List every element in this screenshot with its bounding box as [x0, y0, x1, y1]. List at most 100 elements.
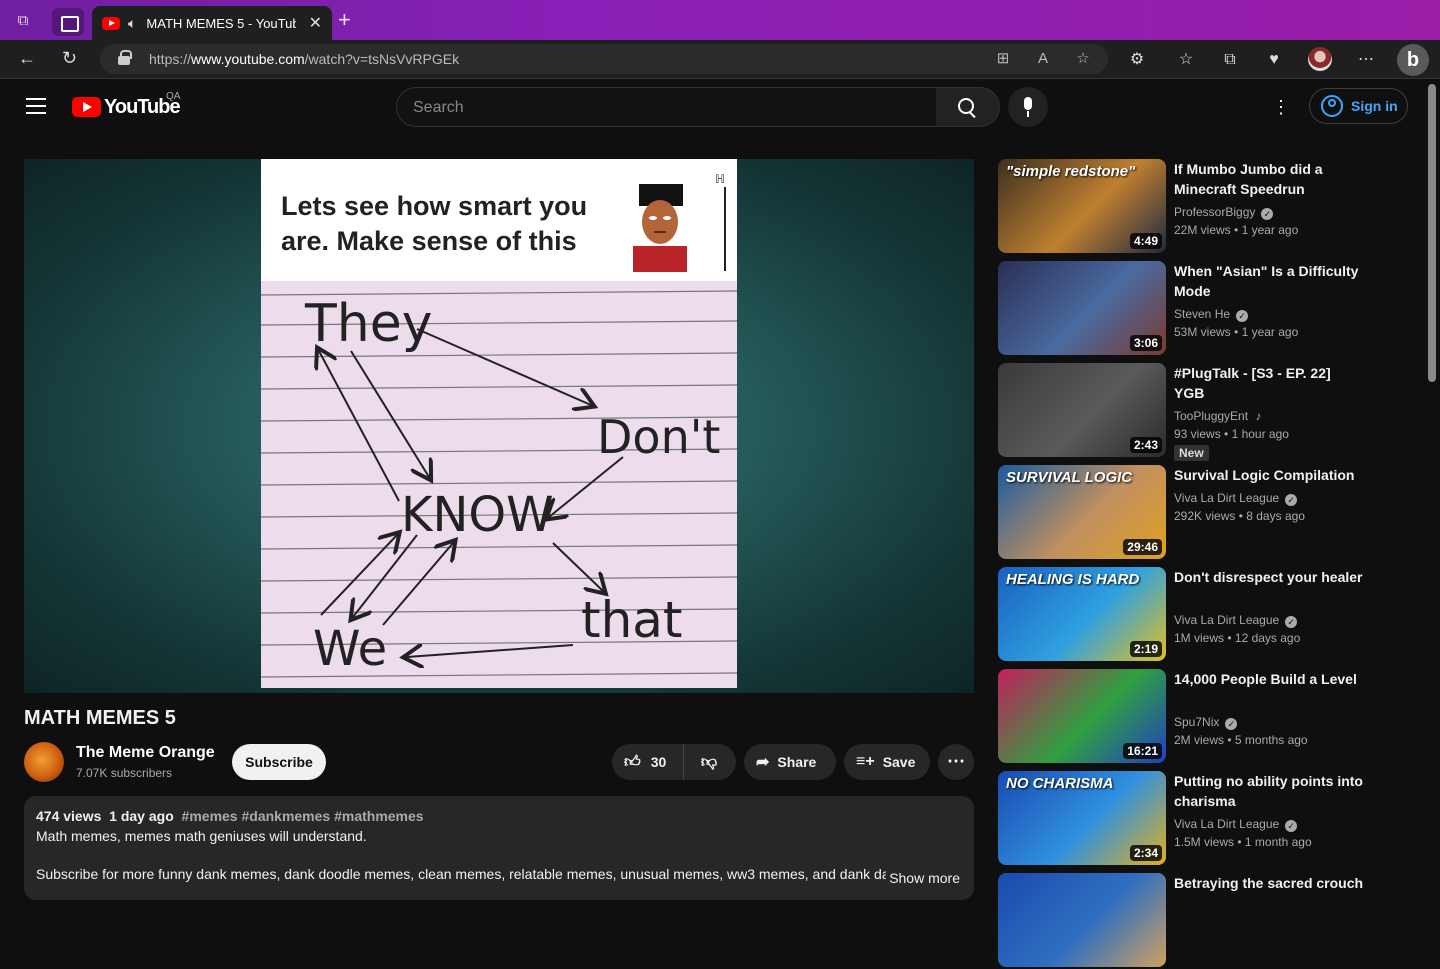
share-button[interactable]: ➦ Share	[744, 744, 836, 780]
new-tab-icon[interactable]: +	[338, 8, 351, 32]
hashtags[interactable]: #memes #dankmemes #mathmemes	[182, 808, 424, 824]
video-duration: 16:21	[1123, 743, 1162, 759]
subscribe-button[interactable]: Subscribe	[232, 744, 326, 780]
settings-kebab-icon[interactable]: ⋮	[1272, 97, 1290, 117]
recommended-video[interactable]: SURVIVAL LOGIC 29:46 Survival Logic Compil…	[998, 465, 1418, 561]
upload-date: 1 day ago	[109, 808, 174, 824]
refresh-icon[interactable]: ↻	[62, 48, 77, 69]
menu-icon[interactable]	[26, 98, 46, 114]
recommended-meta: 1.5M views • 1 month ago	[1174, 835, 1312, 849]
recommended-age: 1 month ago	[1244, 835, 1312, 849]
recommended-video[interactable]: 2:43 #PlugTalk - [S3 - EP. 22] YGB TooPlug…	[998, 363, 1418, 461]
video-duration: 3:06	[1129, 335, 1162, 351]
profile-avatar[interactable]	[1308, 47, 1332, 71]
settings-more-icon[interactable]: ⋯	[1356, 50, 1376, 70]
video-thumbnail[interactable]: 2:43	[998, 363, 1166, 457]
save-label: Save	[882, 754, 916, 770]
video-title-link[interactable]: 14,000 People Build a Level	[1174, 669, 1364, 689]
sign-in-button[interactable]: Sign in	[1309, 88, 1408, 124]
workspaces-icon[interactable]: ⧉	[14, 12, 32, 30]
video-duration: 2:19	[1129, 641, 1162, 657]
recommended-channel[interactable]: ProfessorBiggy ✓	[1174, 205, 1274, 220]
speaker-icon[interactable]: 🔈︎	[128, 15, 136, 32]
more-actions-icon[interactable]: ⋯	[938, 744, 974, 780]
recommended-views: 1M views	[1174, 631, 1225, 645]
verified-check-icon: ✓	[1225, 718, 1238, 730]
channel-name[interactable]: The Meme Orange	[76, 744, 215, 762]
recommended-channel[interactable]: Viva La Dirt League ✓	[1174, 817, 1298, 832]
recommended-channel[interactable]: TooPluggyEnt ♪	[1174, 409, 1261, 423]
meme-caption: Lets see how smart you are. Make sense o…	[281, 191, 588, 256]
channel-avatar[interactable]	[24, 742, 64, 782]
video-duration: 2:34	[1129, 845, 1162, 861]
video-title-link[interactable]: Don't disrespect your healer	[1174, 567, 1364, 587]
show-more-button[interactable]: Show more	[889, 870, 960, 886]
separator-dot: •	[1230, 325, 1242, 339]
browser-tab-strip: ⧉ 🔈︎ MATH MEMES 5 - YouTube ✕ +	[0, 0, 1440, 40]
extensions-icon[interactable]: ⚙	[1127, 50, 1147, 70]
video-player[interactable]: Lets see how smart you are. Make sense o…	[24, 159, 974, 693]
thumbnail-text: HEALING IS HARD	[1006, 571, 1140, 588]
browser-tab-active[interactable]: 🔈︎ MATH MEMES 5 - YouTube ✕	[92, 6, 332, 40]
channel-label: Viva La Dirt League	[1174, 817, 1280, 831]
video-duration: 29:46	[1123, 539, 1162, 555]
recommended-video[interactable]: 3:06 When "Asian" Is a Difficulty Mode Ste…	[998, 261, 1418, 357]
recommended-channel[interactable]: Viva La Dirt League ✓	[1174, 491, 1298, 506]
youtube-logo[interactable]: YouTube QA	[72, 91, 181, 118]
favorite-star-icon[interactable]: ☆	[1074, 50, 1092, 68]
recommended-channel[interactable]: Spu7Nix ✓	[1174, 715, 1238, 730]
verified-check-icon: ✓	[1236, 310, 1249, 322]
performance-icon[interactable]: ♥	[1264, 50, 1284, 70]
video-thumbnail[interactable]: "simple redstone" 4:49	[998, 159, 1166, 253]
app-available-icon[interactable]: ⊞	[994, 50, 1012, 68]
video-title-link[interactable]: When "Asian" Is a Difficulty Mode	[1174, 261, 1364, 301]
video-thumbnail[interactable]	[998, 873, 1166, 967]
dislike-button[interactable]: 👎︎	[684, 753, 734, 772]
video-thumbnail[interactable]: 3:06	[998, 261, 1166, 355]
verified-check-icon: ✓	[1261, 208, 1274, 220]
search-button[interactable]	[936, 87, 1000, 127]
video-thumbnail[interactable]: SURVIVAL LOGIC 29:46	[998, 465, 1166, 559]
thumbnail-text: NO CHARISMA	[1006, 775, 1114, 792]
back-icon[interactable]: ←	[18, 48, 36, 69]
video-title-link[interactable]: #PlugTalk - [S3 - EP. 22] YGB	[1174, 363, 1364, 403]
description-box[interactable]: 474 views 1 day ago #memes #dankmemes #m…	[24, 796, 974, 900]
recommended-channel[interactable]: Viva La Dirt League ✓	[1174, 613, 1298, 628]
verified-check-icon: ✓	[1285, 494, 1298, 506]
video-thumbnail[interactable]: 16:21	[998, 669, 1166, 763]
recommended-age: 8 days ago	[1246, 509, 1305, 523]
tab-actions-icon[interactable]	[52, 8, 84, 36]
thumbnail-text: SURVIVAL LOGIC	[1006, 469, 1133, 486]
video-title-link[interactable]: Putting no ability points into charisma	[1174, 771, 1364, 811]
video-thumbnail[interactable]: NO CHARISMA 2:34	[998, 771, 1166, 865]
browser-toolbar: ← ↻ https://www.youtube.com/watch?v=tsNs…	[0, 40, 1440, 79]
close-tab-icon[interactable]: ✕	[309, 13, 322, 33]
recommended-video[interactable]: NO CHARISMA 2:34 Putting no ability points…	[998, 771, 1418, 867]
address-bar[interactable]: https://www.youtube.com/watch?v=tsNsVvRP…	[100, 44, 1108, 74]
recommended-video[interactable]: 16:21 14,000 People Build a Level Spu7Nix ✓…	[998, 669, 1418, 765]
recommended-age: 5 months ago	[1234, 733, 1308, 747]
music-note-icon: ♪	[1252, 409, 1262, 423]
like-button[interactable]: 👍︎ 30	[612, 744, 684, 780]
recommended-video[interactable]: "simple redstone" 4:49 If Mumbo Jumbo did …	[998, 159, 1418, 255]
video-title-link[interactable]: If Mumbo Jumbo did a Minecraft Speedrun	[1174, 159, 1364, 199]
collections-icon[interactable]: ⧉	[1220, 50, 1240, 70]
url-text[interactable]: https://www.youtube.com/watch?v=tsNsVvRP…	[149, 51, 459, 67]
voice-search-icon[interactable]	[1008, 87, 1048, 127]
copilot-icon[interactable]: b	[1397, 44, 1429, 76]
video-thumbnail[interactable]: HEALING IS HARD 2:19	[998, 567, 1166, 661]
recommended-channel[interactable]: Steven He ✓	[1174, 307, 1249, 322]
recommended-video[interactable]: HEALING IS HARD 2:19 Don't disrespect your…	[998, 567, 1418, 663]
playlist-add-icon: ≡+	[856, 753, 875, 770]
lock-icon[interactable]	[118, 50, 132, 65]
favorites-icon[interactable]: ☆	[1176, 50, 1196, 70]
recommended-video[interactable]: Betraying the sacred crouch	[998, 873, 1418, 969]
video-title-link[interactable]: Betraying the sacred crouch	[1174, 873, 1364, 893]
channel-label: ProfessorBiggy	[1174, 205, 1256, 219]
page-scrollbar[interactable]	[1428, 84, 1436, 382]
read-aloud-icon[interactable]: A	[1034, 50, 1052, 68]
search-input[interactable]: Search	[396, 87, 937, 127]
save-button[interactable]: ≡+ Save	[844, 744, 930, 780]
video-title-link[interactable]: Survival Logic Compilation	[1174, 465, 1364, 485]
recommended-views: 1.5M views	[1174, 835, 1235, 849]
